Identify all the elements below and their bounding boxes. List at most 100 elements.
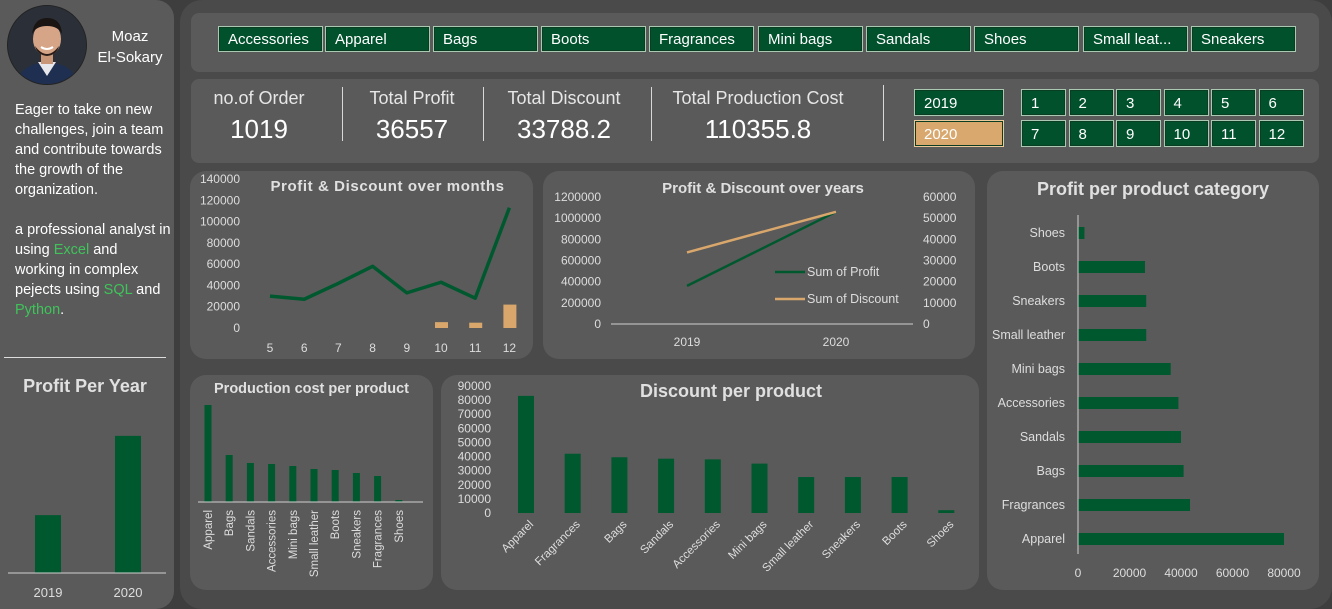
kpi-value-no-of-order: 1019 <box>230 114 288 144</box>
skill-excel: Excel <box>53 242 90 258</box>
discount-bar-small-leather <box>798 477 815 513</box>
about-text: and <box>132 282 161 298</box>
category-bar-bags <box>1078 465 1184 477</box>
y-right-tick-label: 0 <box>923 317 930 331</box>
category-slicer-item-mini-bags[interactable]: Mini bags <box>758 26 863 52</box>
discount-bar-mini-bags <box>751 463 768 513</box>
profit-per-category-chart: Shoes Boots Sneakers Small leather Mini bags… <box>992 215 1301 580</box>
kpi-separator <box>342 87 343 141</box>
x-tick-label: Shoes <box>394 510 406 543</box>
month-slicer-item-1[interactable]: 1 <box>1021 89 1066 116</box>
discount-bar-11 <box>469 322 483 328</box>
y-tick-label: Boots <box>1033 260 1065 274</box>
discount-bar-sandals <box>658 458 675 513</box>
discount-bar-apparel <box>518 395 534 513</box>
profile-name: Moaz El-Sokary <box>88 26 172 68</box>
category-bar-mini-bags <box>1078 363 1171 375</box>
avatar <box>7 5 87 85</box>
about-paragraph-1: Eager to take on new challenges, join a … <box>15 102 164 198</box>
x-tick-label: Boots <box>880 518 909 547</box>
y-tick-label: Sandals <box>1020 430 1065 444</box>
production-bar-bags <box>225 455 233 502</box>
category-bar-accessories <box>1078 397 1179 409</box>
production-bar-small-leather <box>310 469 318 502</box>
y-tick-label: Small leather <box>992 328 1065 342</box>
month-slicer-item-4[interactable]: 4 <box>1163 89 1209 116</box>
category-slicer-item-accessories[interactable]: Accessories <box>218 26 323 52</box>
y-left-tick-label: 1000000 <box>554 211 601 225</box>
x-tick-label: Shoes <box>925 518 957 550</box>
x-tick-label: 80000 <box>1267 566 1301 580</box>
kpi-label-total-discount: Total Discount <box>507 88 621 108</box>
x-tick-label: 2020 <box>823 335 850 349</box>
profit-per-year-chart: 2019 2020 <box>8 435 166 600</box>
category-slicer-item-sneakers[interactable]: Sneakers <box>1191 26 1296 52</box>
x-tick-label: Bags <box>224 510 236 536</box>
y-tick-label: 60000 <box>207 257 241 271</box>
profile-first-name: Moaz <box>111 28 149 45</box>
month-slicer-item-9[interactable]: 9 <box>1116 120 1161 147</box>
production-bar-mini-bags <box>289 466 297 502</box>
y-tick-label: Accessories <box>998 396 1065 410</box>
legend-label: Sum of Discount <box>807 292 899 306</box>
discount-per-product-panel: Discount per product 0 10000 20000 30000 400… <box>441 375 979 590</box>
x-tick-label: Sneakers <box>351 510 363 559</box>
category-slicer-item-fragrances[interactable]: Fragrances <box>649 26 754 52</box>
category-bar-boots <box>1078 261 1145 273</box>
y-tick-label: 60000 <box>458 421 492 435</box>
month-slicer-item-2[interactable]: 2 <box>1068 89 1114 116</box>
y-tick-label: 100000 <box>200 215 240 229</box>
month-slicer-item-12[interactable]: 12 <box>1258 120 1304 147</box>
category-slicer-item-bags[interactable]: Bags <box>433 26 538 52</box>
y-tick-label: 80000 <box>458 393 492 407</box>
profile-sidebar: Moaz El-Sokary Eager to take on new chal… <box>0 0 174 609</box>
category-slicer-item-apparel[interactable]: Apparel <box>325 26 430 52</box>
month-slicer-item-8[interactable]: 8 <box>1068 120 1114 147</box>
x-tick-label: 2019 <box>34 585 63 600</box>
y-tick-label: 40000 <box>207 278 241 292</box>
kpi-value-total-production-cost: 110355.8 <box>704 114 812 144</box>
year-slicer-item-2020[interactable]: 2020 <box>914 120 1004 147</box>
skill-python: Python <box>15 302 61 318</box>
x-tick-label: Accessories <box>267 510 279 572</box>
y-right-tick-label: 30000 <box>923 254 957 268</box>
category-slicer-item-small-leat[interactable]: Small leat... <box>1083 26 1188 52</box>
x-tick-label: Small leather <box>309 510 321 577</box>
y-right-tick-label: 10000 <box>923 296 957 310</box>
category-slicer-panel: Accessories Apparel Bags Boots Fragrances Min… <box>191 13 1319 72</box>
y-tick-label: 10000 <box>458 492 492 506</box>
kpi-label-total-profit: Total Profit <box>369 88 455 108</box>
y-left-tick-label: 0 <box>594 317 601 331</box>
production-bar-sneakers <box>352 473 360 502</box>
y-left-tick-label: 600000 <box>561 254 601 268</box>
year-slicer-item-2019[interactable]: 2019 <box>914 89 1004 116</box>
kpi-value-total-discount: 33788.2 <box>517 114 611 144</box>
month-slicer-item-3[interactable]: 3 <box>1116 89 1161 116</box>
y-tick-label: 70000 <box>458 407 492 421</box>
discount-bar-10 <box>435 322 448 328</box>
sidebar-divider <box>4 357 166 358</box>
y-tick-label: 40000 <box>458 450 492 464</box>
x-tick-label: 10 <box>434 341 448 355</box>
y-left-tick-label: 1200000 <box>554 190 601 204</box>
kpi-value-total-profit: 36557 <box>375 114 449 144</box>
category-slicer-item-sandals[interactable]: Sandals <box>866 26 971 52</box>
month-slicer-item-7[interactable]: 7 <box>1021 120 1066 147</box>
profit-per-category-panel: Profit per product category Shoes Boots Sn… <box>987 171 1319 590</box>
category-bar-small-leather <box>1078 329 1147 341</box>
month-slicer-item-11[interactable]: 11 <box>1211 120 1256 147</box>
month-slicer-item-10[interactable]: 10 <box>1163 120 1209 147</box>
discount-bar-sneakers <box>844 477 861 513</box>
month-slicer-item-5[interactable]: 5 <box>1211 89 1256 116</box>
kpi-label-no-of-order: no.of Order <box>213 88 305 108</box>
month-slicer-item-6[interactable]: 6 <box>1258 89 1304 116</box>
category-slicer-item-boots[interactable]: Boots <box>541 26 646 52</box>
y-tick-label: 90000 <box>458 379 492 393</box>
y-tick-label: 0 <box>484 506 491 520</box>
y-tick-label: 120000 <box>200 193 240 207</box>
category-slicer-item-shoes[interactable]: Shoes <box>974 26 1079 52</box>
x-tick-label: Boots <box>330 510 342 540</box>
profit-line <box>269 207 512 302</box>
discount-bar-shoes <box>938 510 955 513</box>
y-right-tick-label: 40000 <box>923 232 957 246</box>
